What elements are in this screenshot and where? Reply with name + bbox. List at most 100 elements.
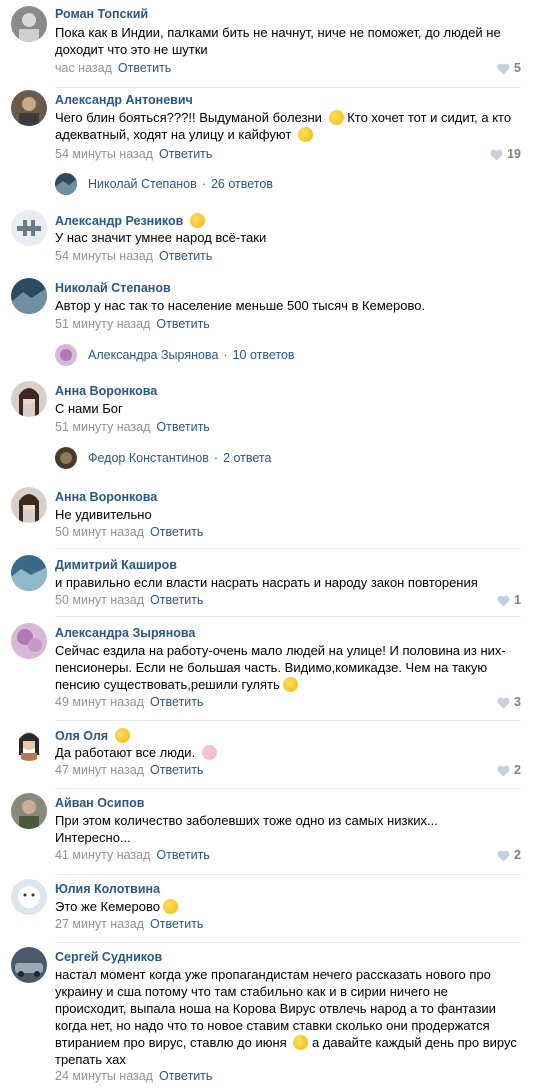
comment-time[interactable]: 41 минуту назад [55,848,150,862]
reply-link[interactable]: Ответить [159,249,212,263]
comment-text: При этом количество заболевших тоже одно… [55,813,438,845]
avatar[interactable] [11,725,47,761]
comment-time[interactable]: 27 минут назад [55,917,144,931]
avatar[interactable] [11,947,47,983]
avatar[interactable] [11,6,47,42]
comment: Димитрий Каширов и правильно если власти… [0,551,537,617]
comment: Александр Резников У нас значит умнее на… [0,206,537,266]
reply-link[interactable]: Ответить [150,525,203,539]
comment-author[interactable]: Александр Антоневич [55,93,193,108]
face-emoji-icon [189,213,205,228]
avatar[interactable] [11,555,47,591]
victory-hand-emoji-icon [297,127,313,142]
like-count: 1 [514,593,521,607]
comment-meta: 47 минут назад Ответить [55,763,203,778]
replies-thread[interactable]: Александра Зырянова · 10 ответов [55,342,295,368]
comment-meta: 50 минут назад Ответить [55,593,203,608]
comment-time[interactable]: 47 минут назад [55,763,144,777]
reply-link[interactable]: Ответить [156,317,209,331]
reply-link[interactable]: Ответить [118,61,171,75]
comment-author[interactable]: Александра Зырянова [55,626,195,641]
comment-text: С нами Бог [55,401,123,416]
thread-author[interactable]: Николай Степанов [88,177,197,191]
comment-meta: 41 минуту назад Ответить [55,848,210,863]
comment-text: Автор у нас так то население меньше 500 … [55,298,426,313]
comment-author[interactable]: Анна Воронкова [55,490,157,505]
comment-author[interactable]: Анна Воронкова [55,384,157,399]
like-button[interactable]: 3 [497,695,521,710]
comment-meta: 27 минут назад Ответить [55,917,203,932]
thread-avatar [55,344,77,366]
like-count: 2 [514,848,521,862]
avatar[interactable] [11,487,47,523]
like-button[interactable]: 2 [497,763,521,778]
comment-author[interactable]: Роман Топский [55,7,148,22]
comment-author[interactable]: Оля Оля [55,728,130,744]
sunglasses-emoji-icon [114,728,130,743]
avatar[interactable] [11,793,47,829]
comment-text: Чего блин бояться???!! Выдуманой болезни… [55,110,512,142]
thread-count[interactable]: 2 ответа [223,451,271,465]
replies-thread[interactable]: Николай Степанов · 26 ответов [55,171,273,197]
comment-author[interactable]: Димитрий Каширов [55,558,177,573]
avatar[interactable] [11,623,47,659]
comment-author[interactable]: Юлия Колотвина [55,882,160,897]
reply-link[interactable]: Ответить [159,147,212,161]
avatar[interactable] [11,278,47,314]
comment-author[interactable]: Александр Резников [55,213,205,229]
comment-time[interactable]: 51 минуту назад [55,317,150,331]
thread-author[interactable]: Александра Зырянова [88,348,218,362]
comment-text: Сейчас ездила на работу-очень мало людей… [55,643,506,692]
like-button[interactable]: 1 [497,593,521,608]
heart-icon [497,765,510,776]
heart-icon [497,63,510,74]
reply-link[interactable]: Ответить [150,917,203,931]
comment-text: У нас значит умнее народ всё-таки [55,230,267,245]
comment-time[interactable]: 51 минуту назад [55,420,150,434]
comment: Александр Антоневич Чего блин бояться???… [0,86,537,166]
thread-avatar [55,447,77,469]
comment: Анна Воронкова Не удивительно 50 минут н… [0,483,537,549]
reply-link[interactable]: Ответить [150,763,203,777]
reply-link[interactable]: Ответить [156,420,209,434]
reply-link[interactable]: Ответить [150,593,203,607]
comment-text: Это же Кемерово [55,898,515,915]
thread-count[interactable]: 26 ответов [211,177,273,191]
like-count: 19 [507,147,521,161]
like-button[interactable]: 19 [490,147,521,162]
avatar[interactable] [11,210,47,246]
comment-text: настал момент когда уже пропагандистам н… [55,967,517,1067]
comment-meta: 54 минуты назад Ответить [55,147,212,162]
comment-time[interactable]: 49 минут назад [55,695,144,709]
comment-time[interactable]: 54 минуты назад [55,249,153,263]
thread-count[interactable]: 10 ответов [233,348,295,362]
reply-link[interactable]: Ответить [150,695,203,709]
avatar[interactable] [11,879,47,915]
avatar[interactable] [11,90,47,126]
comment: Александра Зырянова Сейчас ездила на раб… [0,619,537,721]
reply-link[interactable]: Ответить [159,1069,212,1083]
reply-link[interactable]: Ответить [156,848,209,862]
comment-meta: 51 минуту назад Ответить [55,420,210,435]
comment-time[interactable]: час назад [55,61,112,75]
comment: Оля Оля Да работают все люди. 47 минут н… [0,721,537,789]
comment-time[interactable]: 50 минут назад [55,525,144,539]
like-button[interactable]: 5 [497,61,521,76]
replies-thread[interactable]: Федор Константинов · 2 ответа [55,445,271,471]
comment-author[interactable]: Николай Степанов [55,281,171,296]
avatar[interactable] [11,381,47,417]
comment-time[interactable]: 24 минуты назад [55,1069,153,1083]
comment-author[interactable]: Айван Осипов [55,796,144,811]
thread-author[interactable]: Федор Константинов [88,451,209,465]
comment-author[interactable]: Сергей Судников [55,950,162,965]
heart-icon [490,149,503,160]
like-count: 5 [514,61,521,75]
comment-time[interactable]: 50 минут назад [55,593,144,607]
comment-meta: 49 минут назад Ответить [55,695,203,710]
like-count: 3 [514,695,521,709]
comment-time[interactable]: 54 минуты назад [55,147,153,161]
comment-meta: час назад Ответить [55,61,171,76]
comment: Сергей Судников настал момент когда уже … [0,943,537,1088]
like-button[interactable]: 2 [497,848,521,863]
face-emoji-icon [328,110,344,125]
